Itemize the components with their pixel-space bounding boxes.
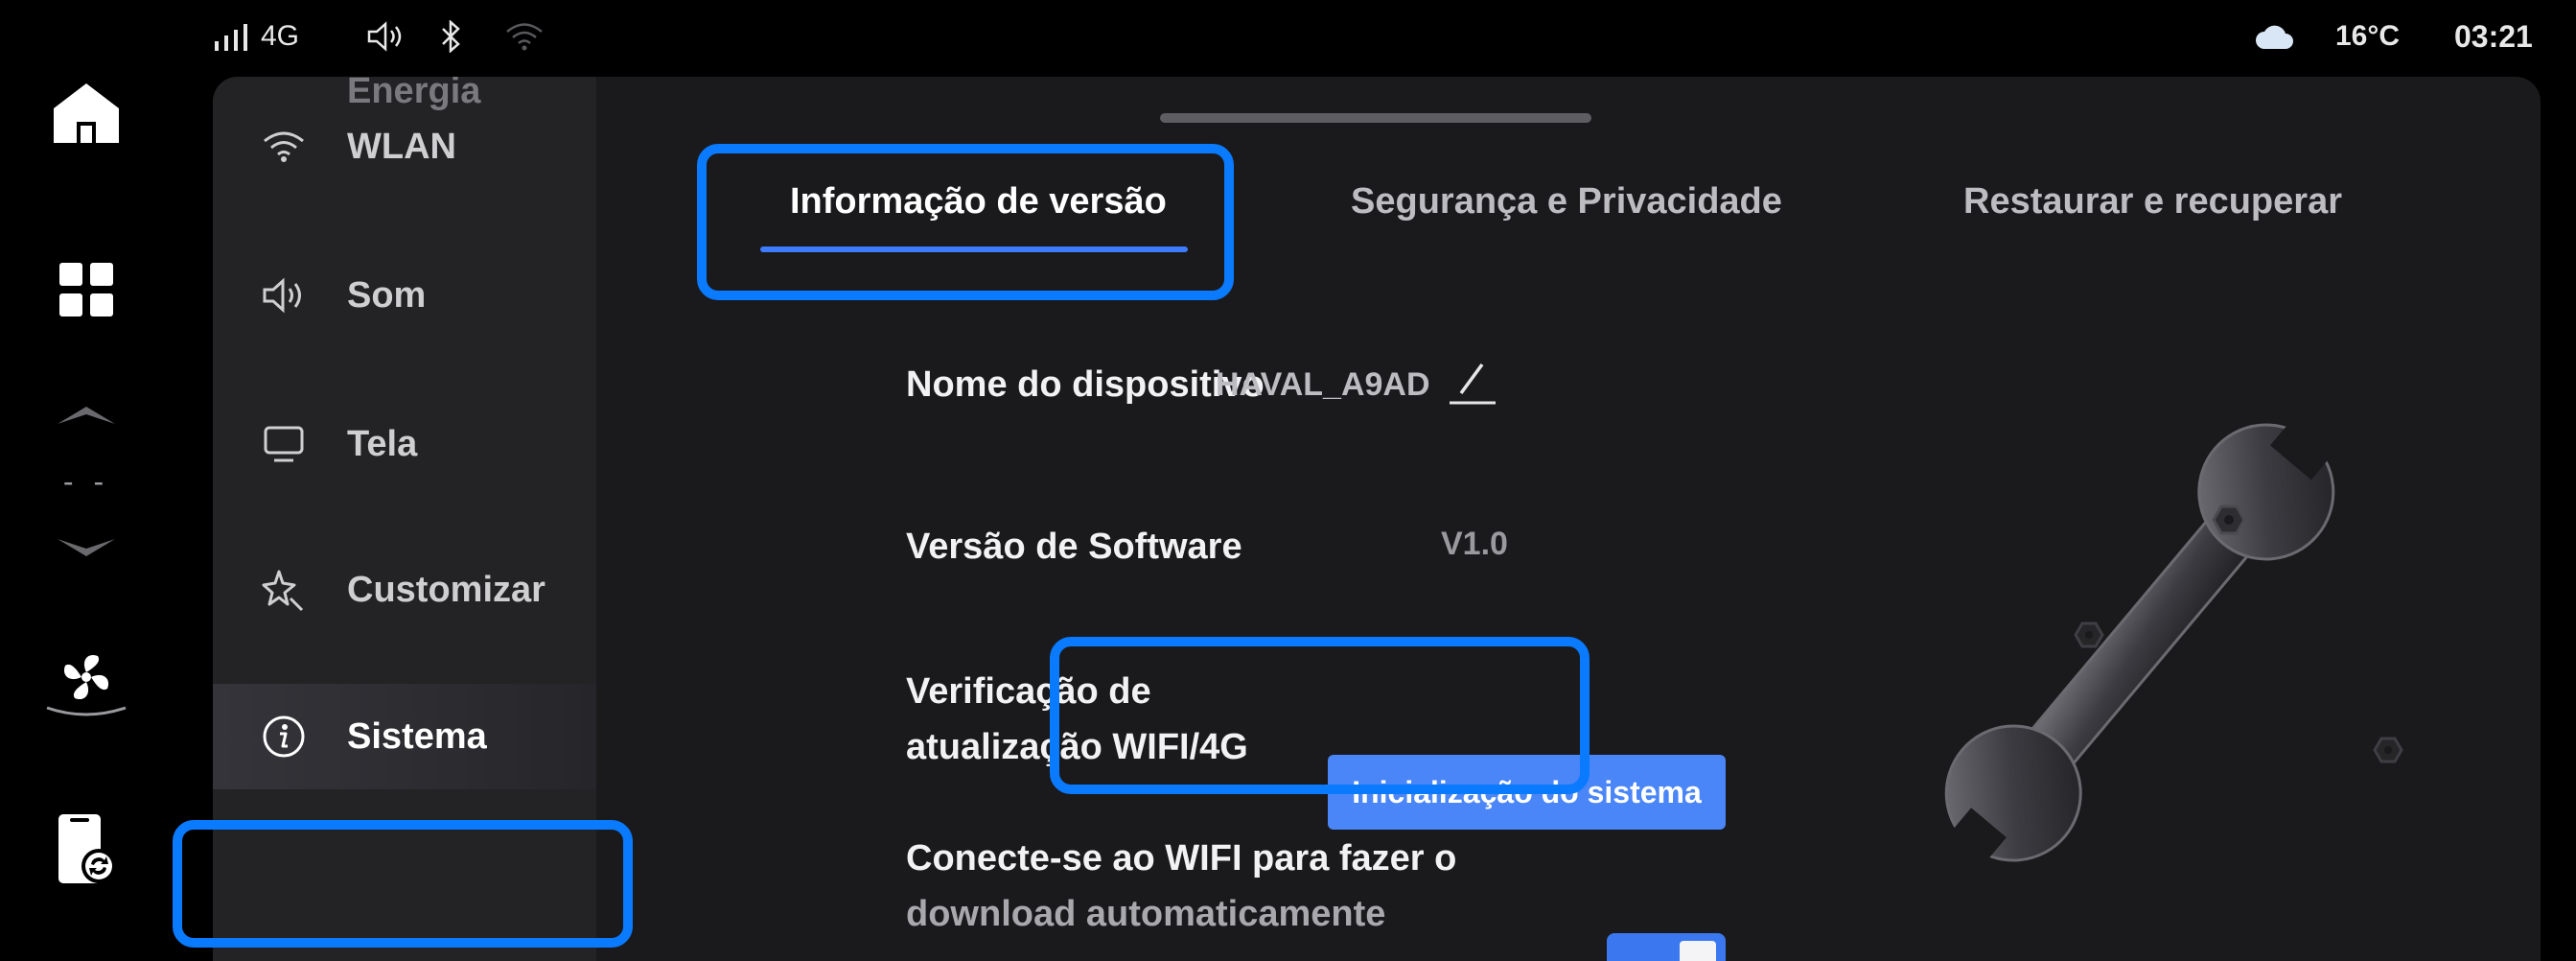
highlight-sidebar-sistema [173, 820, 633, 948]
status-bar: 4G 16°C 03:21 [173, 0, 2576, 75]
auto-download-label: Conecte-se ao WIFI para fazer o download… [906, 831, 1456, 942]
drag-handle[interactable] [1160, 113, 1591, 123]
fan-icon [63, 654, 109, 700]
highlight-tab-version-info [697, 144, 1234, 300]
tab-restore-recover[interactable]: Restaurar e recuperar [1963, 173, 2342, 230]
sidebar-item-label: Tela [347, 423, 418, 464]
chevron-down-icon [58, 539, 115, 556]
device-name-label: Nome do dispositivo [906, 364, 1265, 405]
wifi-icon [255, 118, 313, 176]
clock: 03:21 [2454, 18, 2533, 54]
volume-icon [367, 21, 402, 52]
sidebar-item-label: Sistema [347, 715, 487, 757]
wrench-illustration [1937, 405, 2403, 879]
sidebar-item-tela[interactable]: Tela [213, 391, 596, 497]
weather-indicator [2255, 17, 2295, 56]
tab-security-privacy[interactable]: Segurança e Privacidade [1351, 173, 1782, 230]
network-type: 4G [261, 20, 300, 52]
speaker-icon [255, 267, 313, 324]
auto-download-toggle[interactable] [1607, 933, 1726, 961]
pencil-icon [1450, 363, 1496, 405]
wifi-indicator [504, 17, 545, 56]
chevron-up-icon [58, 407, 115, 424]
sidebar-item-customizar[interactable]: Customizar [213, 537, 596, 643]
phone-sync-button[interactable] [0, 806, 173, 892]
auto-download-label-line2: download automaticamente [906, 894, 1386, 934]
home-icon [54, 83, 119, 143]
info-icon [255, 708, 313, 765]
bluetooth-icon [442, 20, 460, 53]
toggle-knob [1680, 941, 1716, 961]
device-name-value: HAVAL_A9AD [1216, 366, 1430, 403]
wifi-icon [506, 23, 543, 51]
apps-button[interactable] [0, 251, 173, 328]
fan-level: - - [62, 463, 110, 499]
monitor-icon [255, 415, 313, 473]
sidebar-item-label: Som [347, 274, 427, 316]
apps-grid-icon [59, 263, 113, 316]
fan-speed-down-button[interactable] [0, 529, 173, 568]
volume-indicator [366, 17, 405, 56]
software-version-value: V1.0 [1441, 526, 1508, 562]
signal-icon [215, 24, 247, 51]
sidebar-item-sistema[interactable]: Sistema [213, 684, 596, 789]
sidebar-item-label: Customizar [347, 569, 545, 610]
phone-sync-icon [58, 814, 116, 883]
temperature: 16°C [2335, 20, 2401, 52]
software-version-label: Versão de Software [906, 527, 1242, 567]
sparkle-icon [255, 561, 313, 619]
climate-indicator [46, 706, 127, 716]
sidebar-item-som[interactable]: Som [213, 243, 596, 348]
sidebar-item-wlan[interactable]: WLAN [213, 94, 596, 199]
edit-name-button[interactable] [1446, 359, 1499, 413]
highlight-system-init-button [1050, 637, 1590, 794]
weather-cloud-icon [2256, 25, 2293, 49]
climate-button[interactable] [0, 641, 173, 727]
fan-speed-up-button[interactable] [0, 395, 173, 434]
bluetooth-indicator [439, 17, 462, 56]
left-dock: - - [0, 0, 173, 961]
auto-download-label-line1: Conecte-se ao WIFI para fazer o [906, 838, 1457, 879]
home-button[interactable] [0, 75, 173, 152]
sidebar-item-label: WLAN [347, 126, 456, 167]
signal-indicator: 4G [213, 17, 299, 56]
